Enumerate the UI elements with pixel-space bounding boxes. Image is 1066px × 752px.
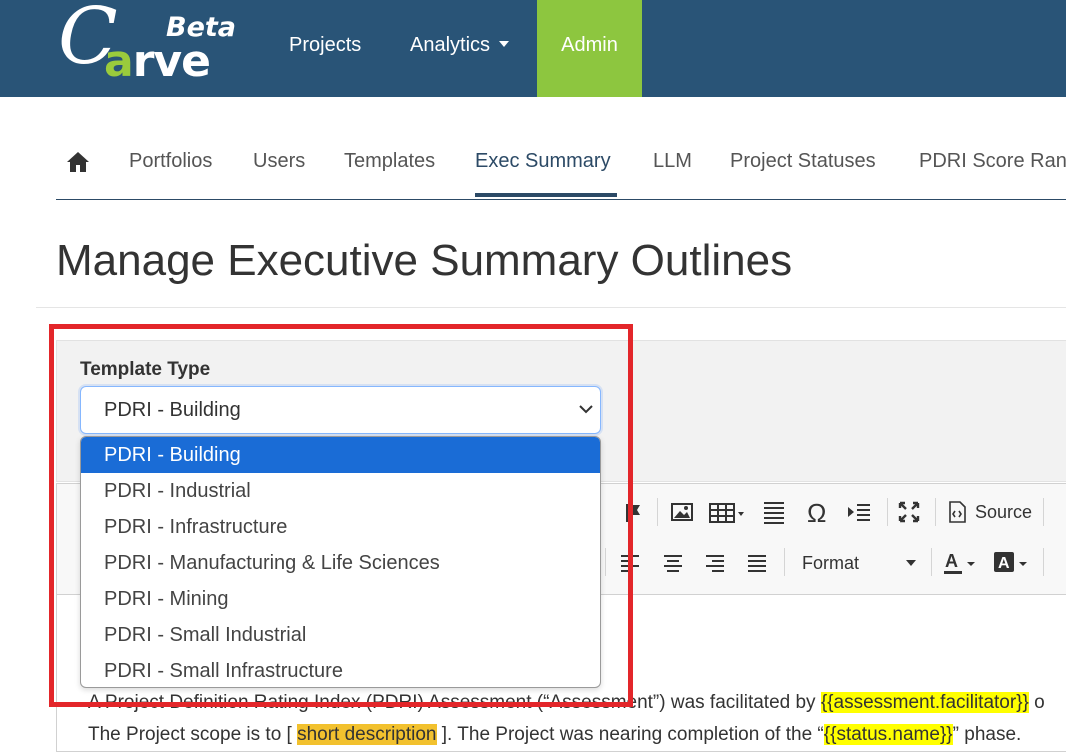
text-color-icon[interactable]: A bbox=[943, 550, 979, 576]
option-pdri-industrial[interactable]: PDRI - Industrial bbox=[81, 473, 600, 509]
template-token: {{assessment.facilitator}} bbox=[820, 692, 1029, 713]
align-left-icon[interactable] bbox=[620, 554, 640, 572]
tab-users[interactable]: Users bbox=[253, 150, 305, 173]
toolbar-separator bbox=[1043, 498, 1044, 526]
toolbar-separator bbox=[784, 548, 785, 576]
select-current-value: PDRI - Building bbox=[104, 399, 241, 421]
logo-wordmark: arve bbox=[104, 36, 211, 87]
option-pdri-infrastructure[interactable]: PDRI - Infrastructure bbox=[81, 509, 600, 545]
tab-project-statuses[interactable]: Project Statuses bbox=[730, 150, 876, 173]
toolbar-separator bbox=[887, 498, 888, 526]
template-type-select[interactable]: PDRI - Building bbox=[80, 386, 601, 434]
template-type-options: PDRI - Building PDRI - Industrial PDRI -… bbox=[80, 436, 601, 688]
option-pdri-small-industrial[interactable]: PDRI - Small Industrial bbox=[81, 617, 600, 653]
tab-portfolios[interactable]: Portfolios bbox=[129, 150, 212, 173]
align-right-icon[interactable] bbox=[705, 554, 725, 572]
omega-icon[interactable]: Ω bbox=[807, 498, 826, 529]
toolbar-separator bbox=[931, 548, 932, 576]
option-pdri-manufacturing-life-sciences[interactable]: PDRI - Manufacturing & Life Sciences bbox=[81, 545, 600, 581]
toolbar-separator bbox=[935, 498, 936, 526]
align-center-icon[interactable] bbox=[663, 554, 683, 572]
source-icon[interactable] bbox=[948, 501, 966, 523]
format-label: Format bbox=[802, 553, 860, 573]
indent-icon[interactable] bbox=[847, 502, 871, 522]
svg-text:A: A bbox=[945, 551, 958, 571]
caret-down-icon bbox=[499, 40, 510, 47]
justify-icon[interactable] bbox=[747, 554, 767, 572]
active-tab-indicator bbox=[475, 193, 617, 197]
content-line-1: A Project Definition Rating Index (PDRI)… bbox=[88, 692, 1045, 713]
top-navbar: C arve Beta Projects Analytics Admin bbox=[0, 0, 1066, 97]
editor-content[interactable]: A Project Definition Rating Index (PDRI)… bbox=[88, 687, 1045, 751]
nav-projects[interactable]: Projects bbox=[289, 0, 361, 97]
tab-templates[interactable]: Templates bbox=[344, 150, 435, 173]
svg-text:A: A bbox=[998, 555, 1010, 572]
maximize-icon[interactable] bbox=[898, 501, 920, 523]
admin-tabs: Portfolios Users Templates Exec Summary … bbox=[56, 120, 1066, 200]
content-line-2: The Project scope is to [ short descript… bbox=[88, 724, 1022, 745]
tab-exec-summary[interactable]: Exec Summary bbox=[475, 150, 611, 173]
tab-llm[interactable]: LLM bbox=[653, 150, 692, 173]
beta-badge: Beta bbox=[166, 12, 237, 43]
placeholder-highlight: short description bbox=[297, 724, 437, 745]
option-pdri-building[interactable]: PDRI - Building bbox=[81, 437, 600, 473]
tab-pdri-score-ranges[interactable]: PDRI Score Ran bbox=[919, 150, 1066, 173]
template-type-label: Template Type bbox=[80, 359, 211, 380]
toolbar-separator bbox=[605, 548, 606, 576]
image-icon[interactable] bbox=[671, 502, 693, 522]
nav-analytics[interactable]: Analytics bbox=[410, 0, 510, 97]
format-dropdown[interactable]: Format bbox=[798, 548, 918, 578]
nav-analytics-label: Analytics bbox=[410, 34, 491, 56]
divider bbox=[36, 307, 1066, 308]
template-token: {{status.name}} bbox=[823, 724, 953, 745]
chevron-down-icon bbox=[579, 405, 593, 414]
background-color-icon[interactable]: A bbox=[993, 550, 1033, 576]
option-pdri-small-infrastructure[interactable]: PDRI - Small Infrastructure bbox=[81, 653, 600, 687]
carve-logo[interactable]: C arve Beta bbox=[58, 0, 248, 88]
option-pdri-mining[interactable]: PDRI - Mining bbox=[81, 581, 600, 617]
home-icon[interactable] bbox=[66, 151, 90, 173]
toolbar-separator bbox=[657, 498, 658, 526]
source-button[interactable]: Source bbox=[975, 502, 1032, 523]
nav-admin[interactable]: Admin bbox=[537, 0, 642, 97]
flag-icon[interactable] bbox=[622, 502, 644, 524]
table-icon[interactable] bbox=[709, 502, 745, 524]
caret-down-icon bbox=[906, 560, 916, 566]
toolbar-separator bbox=[1043, 548, 1044, 576]
horizontal-line-icon[interactable] bbox=[763, 500, 785, 526]
page-title: Manage Executive Summary Outlines bbox=[56, 236, 793, 285]
